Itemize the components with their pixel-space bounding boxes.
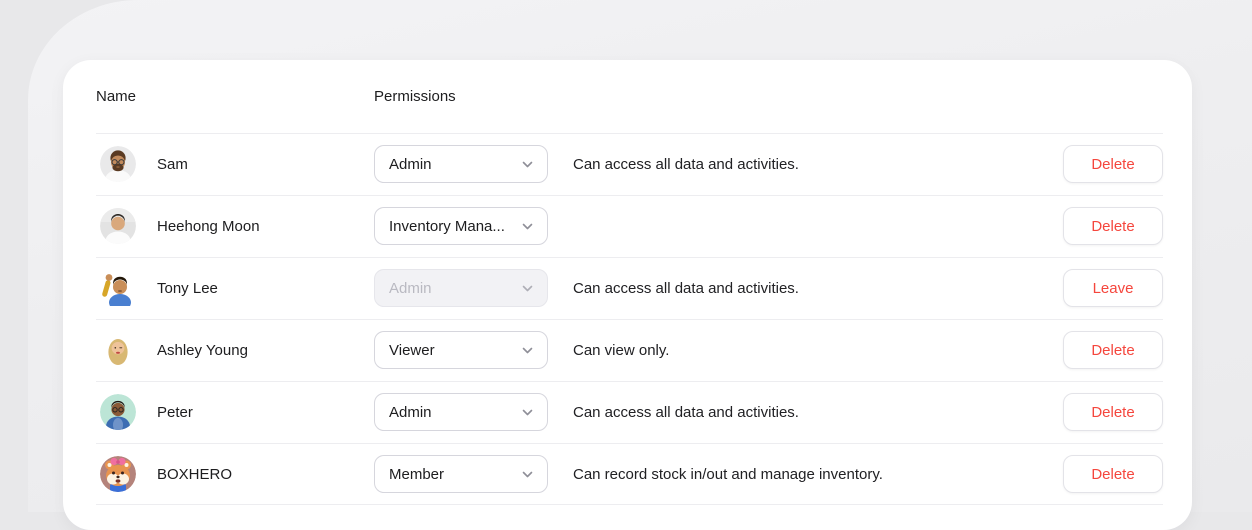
member-name: Tony Lee [157, 280, 218, 297]
members-table-body: Sam Admin Can access all data and activi… [63, 133, 1192, 505]
table-row: Heehong Moon Inventory Mana... Delete [63, 195, 1192, 257]
member-name: Ashley Young [157, 342, 248, 359]
memoji-blonde-woman-avatar [100, 332, 136, 368]
column-header-name: Name [96, 88, 374, 105]
table-row: Peter Admin Can access all data and acti… [63, 381, 1192, 443]
member-name-cell: Ashley Young [100, 332, 374, 368]
member-name: Peter [157, 404, 193, 421]
chevron-down-icon [521, 344, 534, 357]
permissions-select-value: Member [389, 466, 515, 483]
permissions-select-value: Admin [389, 156, 515, 173]
table-header: Name Permissions [63, 60, 1192, 133]
photo-man-mint-background-avatar [100, 394, 136, 430]
permissions-select: Admin [374, 269, 548, 307]
delete-button[interactable]: Delete [1063, 145, 1163, 183]
permission-description: Can record stock in/out and manage inven… [573, 466, 883, 483]
chevron-down-icon [521, 468, 534, 481]
table-row: Tony Lee Admin Can access all data and a… [63, 257, 1192, 319]
member-name-cell: Peter [100, 394, 374, 430]
permissions-select[interactable]: Inventory Mana... [374, 207, 548, 245]
permissions-select-value: Viewer [389, 342, 515, 359]
permission-description: Can access all data and activities. [573, 280, 799, 297]
chevron-down-icon [521, 282, 534, 295]
delete-button[interactable]: Delete [1063, 393, 1163, 431]
permission-description: Can access all data and activities. [573, 156, 799, 173]
permissions-select[interactable]: Admin [374, 145, 548, 183]
table-row: Ashley Young Viewer Can view only. Delet… [63, 319, 1192, 381]
photo-man-white-shirt-avatar [100, 208, 136, 244]
delete-button[interactable]: Delete [1063, 207, 1163, 245]
member-name: Sam [157, 156, 188, 173]
permission-description: Can view only. [573, 342, 669, 359]
permissions-select[interactable]: Member [374, 455, 548, 493]
chevron-down-icon [521, 406, 534, 419]
permission-description: Can access all data and activities. [573, 404, 799, 421]
table-row: Sam Admin Can access all data and activi… [63, 133, 1192, 195]
memoji-boy-waving-avatar [100, 270, 136, 306]
chevron-down-icon [521, 158, 534, 171]
permissions-select-value: Inventory Mana... [389, 218, 515, 235]
delete-button[interactable]: Delete [1063, 331, 1163, 369]
memoji-man-glasses-beard-avatar [100, 146, 136, 182]
member-name-cell: Sam [100, 146, 374, 182]
permissions-select[interactable]: Admin [374, 393, 548, 431]
chevron-down-icon [521, 220, 534, 233]
permissions-select-value: Admin [389, 404, 515, 421]
member-name: BOXHERO [157, 466, 232, 483]
table-row: BOXHERO Member Can record stock in/out a… [63, 443, 1192, 505]
fox-mascot-avatar [100, 456, 136, 492]
leave-button[interactable]: Leave [1063, 269, 1163, 307]
member-name-cell: Heehong Moon [100, 208, 374, 244]
permissions-select-value: Admin [389, 280, 515, 297]
permissions-select[interactable]: Viewer [374, 331, 548, 369]
member-name-cell: Tony Lee [100, 270, 374, 306]
column-header-permissions: Permissions [374, 88, 456, 105]
member-name-cell: BOXHERO [100, 456, 374, 492]
member-name: Heehong Moon [157, 218, 260, 235]
delete-button[interactable]: Delete [1063, 455, 1163, 493]
members-permissions-card: Name Permissions Sam Admin Can access al… [63, 60, 1192, 530]
